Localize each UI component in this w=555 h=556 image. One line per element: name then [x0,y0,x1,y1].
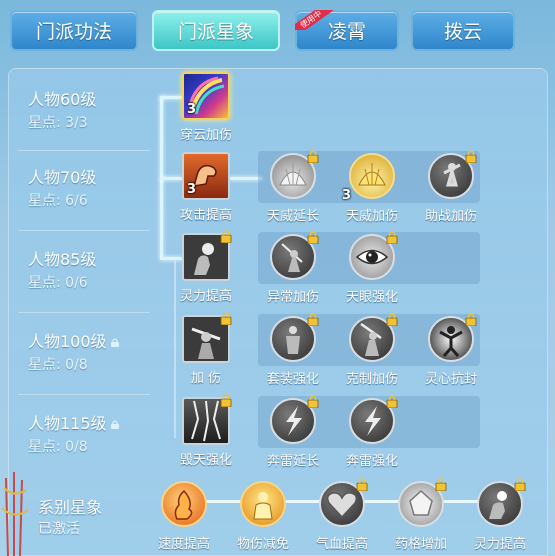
level-title: 人物115级 [28,410,120,434]
skill-label: 天威延长 [266,209,319,224]
skill-label: 灵心抗封 [424,372,477,387]
level-title: 人物100级 [28,328,120,352]
level-points: 星点: 0/8 [28,439,88,455]
skill-node-thunder-enhance[interactable]: 奔雷强化 [337,395,407,469]
tab-sect-skills[interactable]: 门派功法 [10,10,138,51]
tab-label: 凌霄 [327,21,366,43]
skill-label: 灵力提高 [473,537,526,552]
golden-shell-icon [349,153,395,199]
in-use-badge: 使用中 [295,10,333,30]
level-points: 星点: 0/8 [28,357,88,373]
skill-label: 毁天强化 [179,453,232,468]
star-count: 3 [187,182,197,197]
skill-node-sky-eye[interactable]: 天眼强化 [337,231,407,305]
level-title: 人物60级 [28,90,97,109]
tab-label: 门派功法 [35,21,112,43]
tab-lingxiao[interactable]: 使用中 凌霄 [295,10,399,51]
skill-label: 奔雷延长 [266,454,319,469]
level-points: 星点: 6/6 [28,193,88,209]
skill-label: 攻击提高 [179,208,232,223]
level-points: 星点: 3/3 [28,115,88,131]
tab-label: 门派星象 [177,21,254,43]
series-node-spirit[interactable]: 灵力提高 [465,478,535,552]
skill-label: 克制加伤 [345,372,398,387]
series-node-hp[interactable]: 气血提高 [307,478,377,552]
skill-label: 药格增加 [394,537,447,552]
level-title: 人物85级 [28,250,97,269]
lock-icon [435,478,447,491]
skill-node-counter-damage[interactable]: 克制加伤 [337,313,407,387]
star-count: 3 [342,188,352,203]
divider [18,230,150,231]
skill-label: 套装强化 [266,372,319,387]
lock-icon [307,395,319,408]
series-status: 已激活 [38,521,80,537]
series-node-potion-slot[interactable]: 药格增加 [386,478,456,552]
tab-boyun[interactable]: 拨云 [411,10,515,51]
lock-icon [514,478,526,491]
skill-node-tianwei-extend[interactable]: 天威延长 [258,150,328,224]
series-title: 系别星象 [38,498,103,517]
lock-icon [220,230,232,243]
skill-node-abnormal-damage[interactable]: 异常加伤 [258,231,328,305]
rainbow-slash-icon: 3 [182,72,230,120]
skill-label: 加 伤 [190,371,222,386]
level-title: 人物70级 [28,168,97,187]
divider [18,312,150,313]
lock-icon [110,420,119,429]
lock-icon [356,478,368,491]
level-points: 星点: 0/6 [28,275,88,291]
skill-label: 助战加伤 [424,209,477,224]
skill-label: 天威加伤 [345,209,398,224]
skill-node-tianwei-damage[interactable]: 3 天威加伤 [337,152,407,224]
lock-icon [307,231,319,244]
level-block: 人物60级 星点: 3/3 [0,86,145,156]
skill-label: 速度提高 [157,537,210,552]
skill-node-chuanyun[interactable]: 3 穿云加伤 [171,72,241,143]
series-node-phys-reduce[interactable]: 物伤减免 [228,480,298,552]
lock-icon [386,313,398,326]
skill-node-attack[interactable]: 3 攻击提高 [171,152,241,223]
flame-boot-icon [161,481,207,527]
level-block: 人物70级 星点: 6/6 [0,164,145,234]
lock-icon [220,312,232,325]
series-node-speed[interactable]: 速度提高 [149,480,219,552]
lock-icon [110,338,119,347]
divider [18,150,150,151]
lock-icon [465,313,477,326]
lock-icon [220,394,232,407]
flex-arm-icon: 3 [182,152,230,200]
golden-guard-icon [240,481,286,527]
tab-sect-stars[interactable]: 门派星象 [152,10,280,51]
tab-bar: 门派功法 门派星象 使用中 凌霄 拨云 [0,0,555,60]
divider [18,394,150,395]
skill-node-spirit-resist[interactable]: 灵心抗封 [416,313,486,387]
skill-node-thunder-extend[interactable]: 奔雷延长 [258,395,328,469]
lock-icon [307,313,319,326]
skill-label: 奔雷强化 [345,454,398,469]
skill-label: 物伤减免 [236,537,289,552]
skill-label: 灵力提高 [179,289,232,304]
star-count: 3 [187,102,197,117]
lock-icon [386,395,398,408]
skill-label: 异常加伤 [266,290,319,305]
level-block: 人物85级 星点: 0/6 [0,246,145,316]
level-block: 人物100级 星点: 0/8 [0,328,145,398]
skill-node-destroy-sky[interactable]: 毁天强化 [171,394,241,468]
ornament-icon [1,472,29,556]
skill-node-add-damage[interactable]: 加 伤 [171,312,241,386]
skill-label: 天眼强化 [345,290,398,305]
lock-icon [465,150,477,163]
lock-icon [307,150,319,163]
skill-label: 穿云加伤 [179,128,232,143]
skill-node-spirit[interactable]: 灵力提高 [171,230,241,304]
lock-icon [386,231,398,244]
tab-label: 拨云 [443,21,482,43]
skill-node-assist-damage[interactable]: 助战加伤 [416,150,486,224]
skill-node-set-enhance[interactable]: 套装强化 [258,313,328,387]
skill-label: 气血提高 [315,537,368,552]
